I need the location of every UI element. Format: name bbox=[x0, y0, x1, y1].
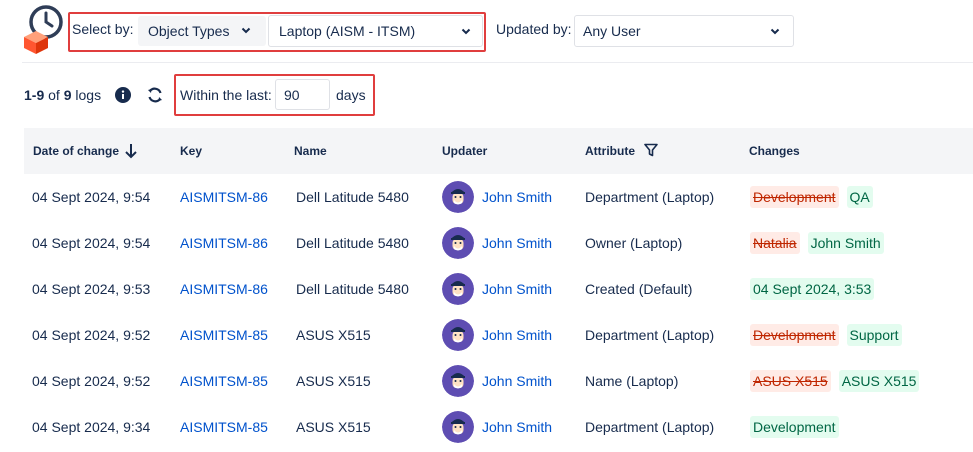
changes-cell: ASUS X515 ASUS X515 bbox=[750, 370, 920, 392]
updated-by-select-value: Any User bbox=[583, 23, 641, 39]
object-type-select[interactable]: Object Types bbox=[138, 16, 266, 46]
name-cell: Dell Latitude 5480 bbox=[296, 235, 409, 251]
column-header-date[interactable]: Date of change bbox=[33, 144, 119, 158]
attribute-cell: Department (Laptop) bbox=[585, 419, 715, 435]
changes-cell: Natalia John Smith bbox=[750, 232, 884, 254]
changes-cell: Development Support bbox=[750, 324, 902, 346]
toolbar-divider bbox=[22, 62, 973, 63]
new-value-chip: Support bbox=[846, 324, 902, 346]
chevron-down-icon bbox=[461, 28, 471, 35]
new-value-chip: 04 Sept 2024, 3:53 bbox=[750, 278, 875, 300]
new-value-chip: ASUS X515 bbox=[838, 370, 920, 392]
date-cell: 04 Sept 2024, 9:34 bbox=[32, 419, 151, 435]
date-cell: 04 Sept 2024, 9:54 bbox=[32, 189, 151, 205]
avatar bbox=[442, 411, 474, 443]
key-link[interactable]: AISMITSM-85 bbox=[180, 373, 268, 389]
avatar bbox=[442, 181, 474, 213]
object-type-select-value: Object Types bbox=[148, 23, 230, 39]
old-value-chip: Development bbox=[750, 324, 839, 346]
name-cell: ASUS X515 bbox=[296, 373, 371, 389]
new-value-chip: QA bbox=[846, 186, 873, 208]
changes-cell: Development QA bbox=[750, 186, 873, 208]
refresh-icon[interactable] bbox=[145, 85, 165, 105]
date-cell: 04 Sept 2024, 9:52 bbox=[32, 327, 151, 343]
chevron-down-icon bbox=[241, 27, 251, 34]
date-cell: 04 Sept 2024, 9:53 bbox=[32, 281, 151, 297]
table-row: 04 Sept 2024, 9:34 AISMITSM-85 ASUS X515… bbox=[24, 404, 973, 450]
updated-by-select[interactable]: Any User bbox=[574, 15, 794, 47]
table-row: 04 Sept 2024, 9:54 AISMITSM-86 Dell Lati… bbox=[24, 174, 973, 220]
app-logo-icon bbox=[24, 5, 63, 54]
attribute-cell: Department (Laptop) bbox=[585, 327, 715, 343]
key-link[interactable]: AISMITSM-86 bbox=[180, 281, 268, 297]
updater-link[interactable]: John Smith bbox=[482, 419, 552, 435]
avatar bbox=[442, 319, 474, 351]
changes-cell: Development bbox=[750, 416, 839, 438]
info-icon[interactable] bbox=[115, 87, 131, 103]
name-cell: ASUS X515 bbox=[296, 419, 371, 435]
filter-icon[interactable] bbox=[644, 143, 658, 157]
object-select-value: Laptop (AISM - ITSM) bbox=[279, 23, 416, 39]
avatar bbox=[442, 365, 474, 397]
table-row: 04 Sept 2024, 9:54 AISMITSM-86 Dell Lati… bbox=[24, 220, 973, 266]
log-count: 1-9 of 9 logs bbox=[24, 87, 102, 103]
column-header-attribute: Attribute bbox=[585, 144, 635, 158]
column-header-updater: Updater bbox=[442, 144, 488, 158]
column-header-key: Key bbox=[180, 144, 203, 158]
changes-cell: 04 Sept 2024, 3:53 bbox=[750, 278, 875, 300]
attribute-cell: Created (Default) bbox=[585, 281, 693, 297]
arrow-down-icon[interactable] bbox=[124, 143, 138, 159]
days-input[interactable] bbox=[275, 79, 330, 110]
attribute-cell: Owner (Laptop) bbox=[585, 235, 683, 251]
within-last-label: Within the last: bbox=[180, 87, 272, 103]
column-header-changes: Changes bbox=[749, 144, 800, 158]
updater-link[interactable]: John Smith bbox=[482, 327, 552, 343]
updater-link[interactable]: John Smith bbox=[482, 281, 552, 297]
new-value-chip: John Smith bbox=[807, 232, 884, 254]
date-cell: 04 Sept 2024, 9:52 bbox=[32, 373, 151, 389]
updater-link[interactable]: John Smith bbox=[482, 235, 552, 251]
attribute-cell: Name (Laptop) bbox=[585, 373, 679, 389]
days-label: days bbox=[336, 87, 366, 103]
table-row: 04 Sept 2024, 9:52 AISMITSM-85 ASUS X515… bbox=[24, 312, 973, 358]
key-link[interactable]: AISMITSM-86 bbox=[180, 235, 268, 251]
chevron-down-icon bbox=[770, 28, 780, 35]
object-select[interactable]: Laptop (AISM - ITSM) bbox=[268, 15, 483, 47]
column-header-name: Name bbox=[294, 144, 327, 158]
table-row: 04 Sept 2024, 9:52 AISMITSM-85 ASUS X515… bbox=[24, 358, 973, 404]
avatar bbox=[442, 273, 474, 305]
attribute-cell: Department (Laptop) bbox=[585, 189, 715, 205]
date-cell: 04 Sept 2024, 9:54 bbox=[32, 235, 151, 251]
key-link[interactable]: AISMITSM-86 bbox=[180, 189, 268, 205]
updater-link[interactable]: John Smith bbox=[482, 189, 552, 205]
old-value-chip: Development bbox=[750, 186, 839, 208]
old-value-chip: ASUS X515 bbox=[750, 370, 831, 392]
name-cell: Dell Latitude 5480 bbox=[296, 281, 409, 297]
key-link[interactable]: AISMITSM-85 bbox=[180, 327, 268, 343]
key-link[interactable]: AISMITSM-85 bbox=[180, 419, 268, 435]
table-header: Date of change Key Name Updater Attribut… bbox=[24, 128, 973, 174]
name-cell: ASUS X515 bbox=[296, 327, 371, 343]
avatar bbox=[442, 227, 474, 259]
old-value-chip: Natalia bbox=[750, 232, 800, 254]
select-by-label: Select by: bbox=[72, 21, 134, 37]
name-cell: Dell Latitude 5480 bbox=[296, 189, 409, 205]
new-value-chip: Development bbox=[750, 416, 839, 438]
updater-link[interactable]: John Smith bbox=[482, 373, 552, 389]
table-row: 04 Sept 2024, 9:53 AISMITSM-86 Dell Lati… bbox=[24, 266, 973, 312]
updated-by-label: Updated by: bbox=[496, 21, 572, 37]
